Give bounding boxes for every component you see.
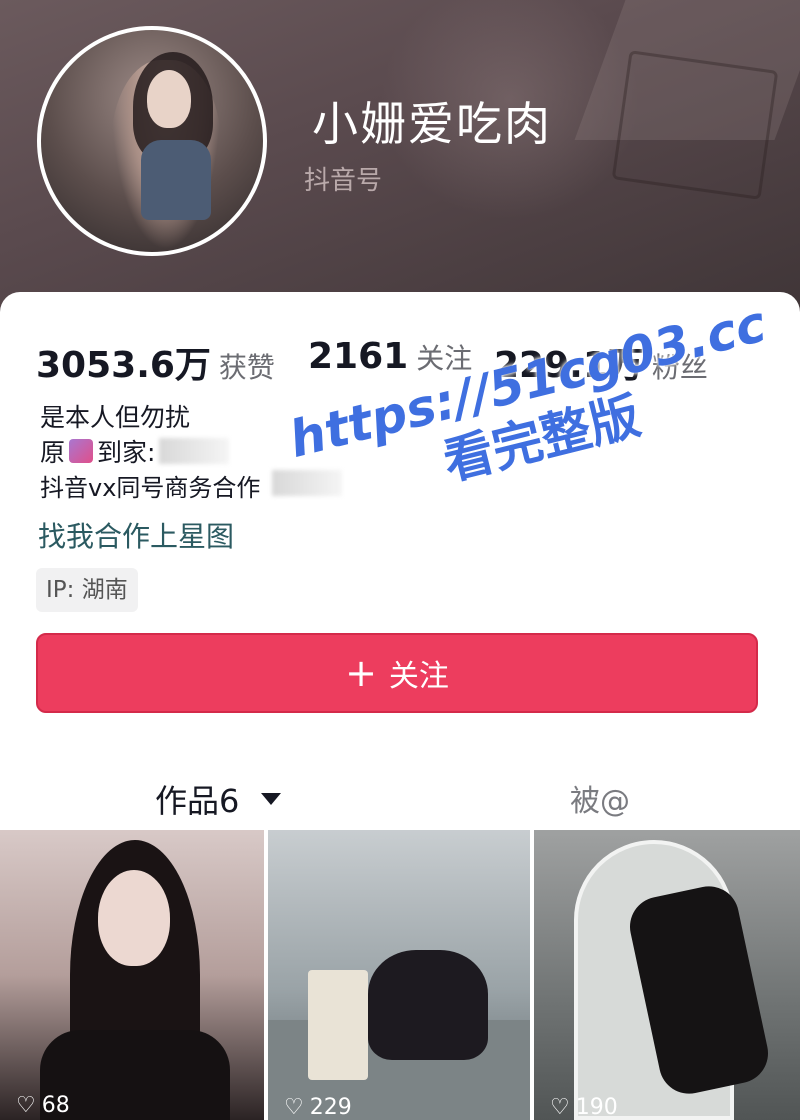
thumbnail-figure [368,950,488,1060]
avatar[interactable] [37,26,267,256]
emoji-icon [69,439,94,463]
avatar-dress [141,140,211,220]
thumbnail-scene [308,970,368,1080]
profile-nickname: 小姗爱吃肉 [312,97,552,151]
ip-location-tag: IP: 湖南 [36,568,138,612]
video-thumbnail[interactable]: ♡ 68 [0,830,264,1120]
stat-likes-label: 获赞 [218,351,275,384]
bio-text: 原 [40,438,66,467]
video-likes-count: 190 [575,1094,618,1120]
heart-icon: ♡ [284,1094,304,1120]
account-id-label[interactable]: 抖音号 [304,160,382,197]
tab-works[interactable]: 作品6 [155,776,282,822]
redacted-text [159,438,230,464]
video-likes: ♡ 190 [550,1094,618,1120]
bio-line: 是本人但勿扰 [40,403,191,432]
avatar-face [147,70,191,128]
video-likes-count: 68 [41,1093,70,1118]
thumbnail-figure [98,870,170,966]
stat-likes-value: 3053.6万 [36,345,211,386]
bio-text: 到家: [97,438,156,467]
starmap-link[interactable]: 找我合作上星图 [38,515,234,555]
follow-button-label: 关注 [388,659,449,694]
heart-icon: ♡ [16,1093,36,1118]
stat-following-value: 2161 [308,336,409,377]
tab-works-label: 作品6 [155,782,240,820]
profile-header: 小姗爱吃肉 抖音号 [0,0,800,320]
video-thumbnail[interactable] [268,830,530,1120]
tab-mentions[interactable]: 被@ [570,776,630,820]
video-likes-count: 229 [309,1094,352,1120]
video-thumbnail[interactable] [534,830,800,1120]
video-likes: ♡ 68 [16,1093,70,1118]
plus-icon: + [345,651,377,695]
stat-likes: 3053.6万 获赞 [36,336,275,388]
caret-down-icon[interactable] [261,793,282,805]
bio-line: 原 到家: [40,433,230,469]
follow-button[interactable]: + 关注 [36,633,758,713]
bio-text: 抖音vx同号商务合作 [40,474,261,502]
heart-icon: ♡ [550,1094,570,1120]
video-likes: ♡ 229 [284,1094,352,1120]
header-background-shape [611,50,779,200]
